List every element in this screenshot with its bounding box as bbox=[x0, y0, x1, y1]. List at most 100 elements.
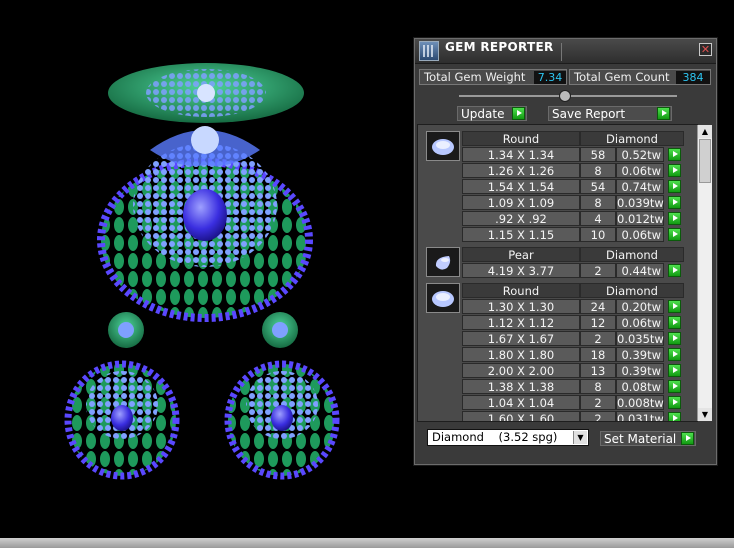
gem-size: 1.09 X 1.09 bbox=[462, 195, 580, 210]
gem-round-icon bbox=[426, 283, 460, 313]
select-row-button[interactable] bbox=[668, 164, 681, 177]
select-row-button[interactable] bbox=[668, 300, 681, 313]
chevron-down-icon[interactable]: ▼ bbox=[573, 431, 587, 444]
gem-group-header: Round Diamond bbox=[462, 131, 686, 146]
pendant-main bbox=[97, 126, 313, 322]
gem-pear-icon bbox=[426, 247, 460, 277]
gem-count: 10 bbox=[580, 227, 616, 242]
gem-list-scrollbar[interactable]: ▲ ▼ bbox=[697, 125, 712, 421]
scroll-up-arrow-icon[interactable]: ▲ bbox=[698, 125, 712, 138]
gem-weight: 0.44tw bbox=[616, 263, 664, 278]
earring-right bbox=[224, 312, 340, 480]
gem-weight: 0.20tw bbox=[616, 299, 664, 314]
gem-weight: 0.035tw bbox=[616, 331, 664, 346]
select-row-button[interactable] bbox=[668, 228, 681, 241]
select-row-button[interactable] bbox=[668, 348, 681, 361]
select-row-button[interactable] bbox=[668, 412, 681, 421]
gem-weight: 0.39tw bbox=[616, 363, 664, 378]
save-report-go-icon bbox=[657, 107, 670, 120]
update-go-icon bbox=[512, 107, 525, 120]
table-row: 1.15 X 1.15 10 0.06tw bbox=[462, 227, 686, 242]
set-material-button[interactable]: Set Material bbox=[600, 431, 696, 446]
gem-size: 1.34 X 1.34 bbox=[462, 147, 580, 162]
table-row: 1.80 X 1.80 18 0.39tw bbox=[462, 347, 686, 362]
table-row: 4.19 X 3.77 2 0.44tw bbox=[462, 263, 686, 278]
update-label: Update bbox=[461, 107, 505, 121]
gem-size: 1.30 X 1.30 bbox=[462, 299, 580, 314]
gem-size: 1.15 X 1.15 bbox=[462, 227, 580, 242]
gem-weight: 0.06tw bbox=[616, 315, 664, 330]
set-material-go-icon bbox=[681, 432, 694, 445]
scroll-thumb[interactable] bbox=[699, 139, 711, 183]
table-row: .92 X .92 4 0.012tw bbox=[462, 211, 686, 226]
gem-weight: 0.039tw bbox=[616, 195, 664, 210]
gem-material: Diamond bbox=[580, 283, 684, 298]
table-row: 1.60 X 1.60 2 0.031tw bbox=[462, 411, 686, 421]
update-button[interactable]: Update bbox=[457, 106, 527, 121]
gem-shape: Pear bbox=[462, 247, 580, 262]
gem-weight: 0.008tw bbox=[616, 395, 664, 410]
table-row: 1.12 X 1.12 12 0.06tw bbox=[462, 315, 686, 330]
gem-list: Round Diamond 1.34 X 1.34 58 0.52tw 1.26 X… bbox=[417, 124, 698, 422]
material-select-value: Diamond (3.52 spg) bbox=[432, 430, 558, 444]
gem-weight: 0.012tw bbox=[616, 211, 664, 226]
select-row-button[interactable] bbox=[668, 396, 681, 409]
save-report-button[interactable]: Save Report bbox=[548, 106, 672, 121]
splitter-handle[interactable] bbox=[559, 90, 571, 102]
select-row-button[interactable] bbox=[668, 180, 681, 193]
titlebar-divider bbox=[561, 43, 562, 61]
gem-count: 8 bbox=[580, 379, 616, 394]
total-weight-value: 7.34 bbox=[534, 71, 566, 84]
jewelry-model bbox=[64, 63, 340, 480]
select-row-button[interactable] bbox=[668, 148, 681, 161]
close-icon[interactable]: ✕ bbox=[699, 43, 712, 56]
table-row: 1.26 X 1.26 8 0.06tw bbox=[462, 163, 686, 178]
panel-titlebar[interactable]: GEM REPORTER ✕ bbox=[415, 39, 716, 64]
select-row-button[interactable] bbox=[668, 316, 681, 329]
gem-count: 2 bbox=[580, 411, 616, 421]
gem-count: 8 bbox=[580, 163, 616, 178]
select-row-button[interactable] bbox=[668, 364, 681, 377]
gem-material: Diamond bbox=[580, 131, 684, 146]
gem-size: .92 X .92 bbox=[462, 211, 580, 226]
table-row: 1.54 X 1.54 54 0.74tw bbox=[462, 179, 686, 194]
gem-size: 1.54 X 1.54 bbox=[462, 179, 580, 194]
table-row: 1.30 X 1.30 24 0.20tw bbox=[462, 299, 686, 314]
gem-round-icon bbox=[426, 131, 460, 161]
set-material-label: Set Material bbox=[604, 432, 677, 446]
select-row-button[interactable] bbox=[668, 332, 681, 345]
gem-count: 18 bbox=[580, 347, 616, 362]
gem-reporter-icon bbox=[419, 41, 439, 61]
select-row-button[interactable] bbox=[668, 264, 681, 277]
gem-count: 2 bbox=[580, 395, 616, 410]
bottom-status-bar bbox=[0, 538, 734, 548]
pendant-bail bbox=[108, 63, 304, 123]
table-row: 1.67 X 1.67 2 0.035tw bbox=[462, 331, 686, 346]
gem-group-header: Round Diamond bbox=[462, 283, 686, 298]
material-select[interactable]: Diamond (3.52 spg) ▼ bbox=[427, 429, 589, 446]
select-row-button[interactable] bbox=[668, 196, 681, 209]
gem-size: 4.19 X 3.77 bbox=[462, 263, 580, 278]
gem-size: 1.67 X 1.67 bbox=[462, 331, 580, 346]
gem-count: 24 bbox=[580, 299, 616, 314]
total-weight-field: Total Gem Weight 7.34 bbox=[419, 69, 567, 85]
select-row-button[interactable] bbox=[668, 380, 681, 393]
table-row: 1.09 X 1.09 8 0.039tw bbox=[462, 195, 686, 210]
gem-size: 1.04 X 1.04 bbox=[462, 395, 580, 410]
select-row-button[interactable] bbox=[668, 212, 681, 225]
gem-size: 1.12 X 1.12 bbox=[462, 315, 580, 330]
earring-left bbox=[64, 312, 180, 480]
gem-shape: Round bbox=[462, 131, 580, 146]
table-row: 1.38 X 1.38 8 0.08tw bbox=[462, 379, 686, 394]
scroll-down-arrow-icon[interactable]: ▼ bbox=[698, 408, 712, 421]
gem-count: 2 bbox=[580, 331, 616, 346]
gem-group-header: Pear Diamond bbox=[462, 247, 686, 262]
gem-size: 1.80 X 1.80 bbox=[462, 347, 580, 362]
save-report-label: Save Report bbox=[552, 107, 626, 121]
total-count-label: Total Gem Count bbox=[574, 70, 670, 84]
gem-shape: Round bbox=[462, 283, 580, 298]
gem-weight: 0.74tw bbox=[616, 179, 664, 194]
table-row: 1.04 X 1.04 2 0.008tw bbox=[462, 395, 686, 410]
gem-weight: 0.08tw bbox=[616, 379, 664, 394]
table-row: 2.00 X 2.00 13 0.39tw bbox=[462, 363, 686, 378]
